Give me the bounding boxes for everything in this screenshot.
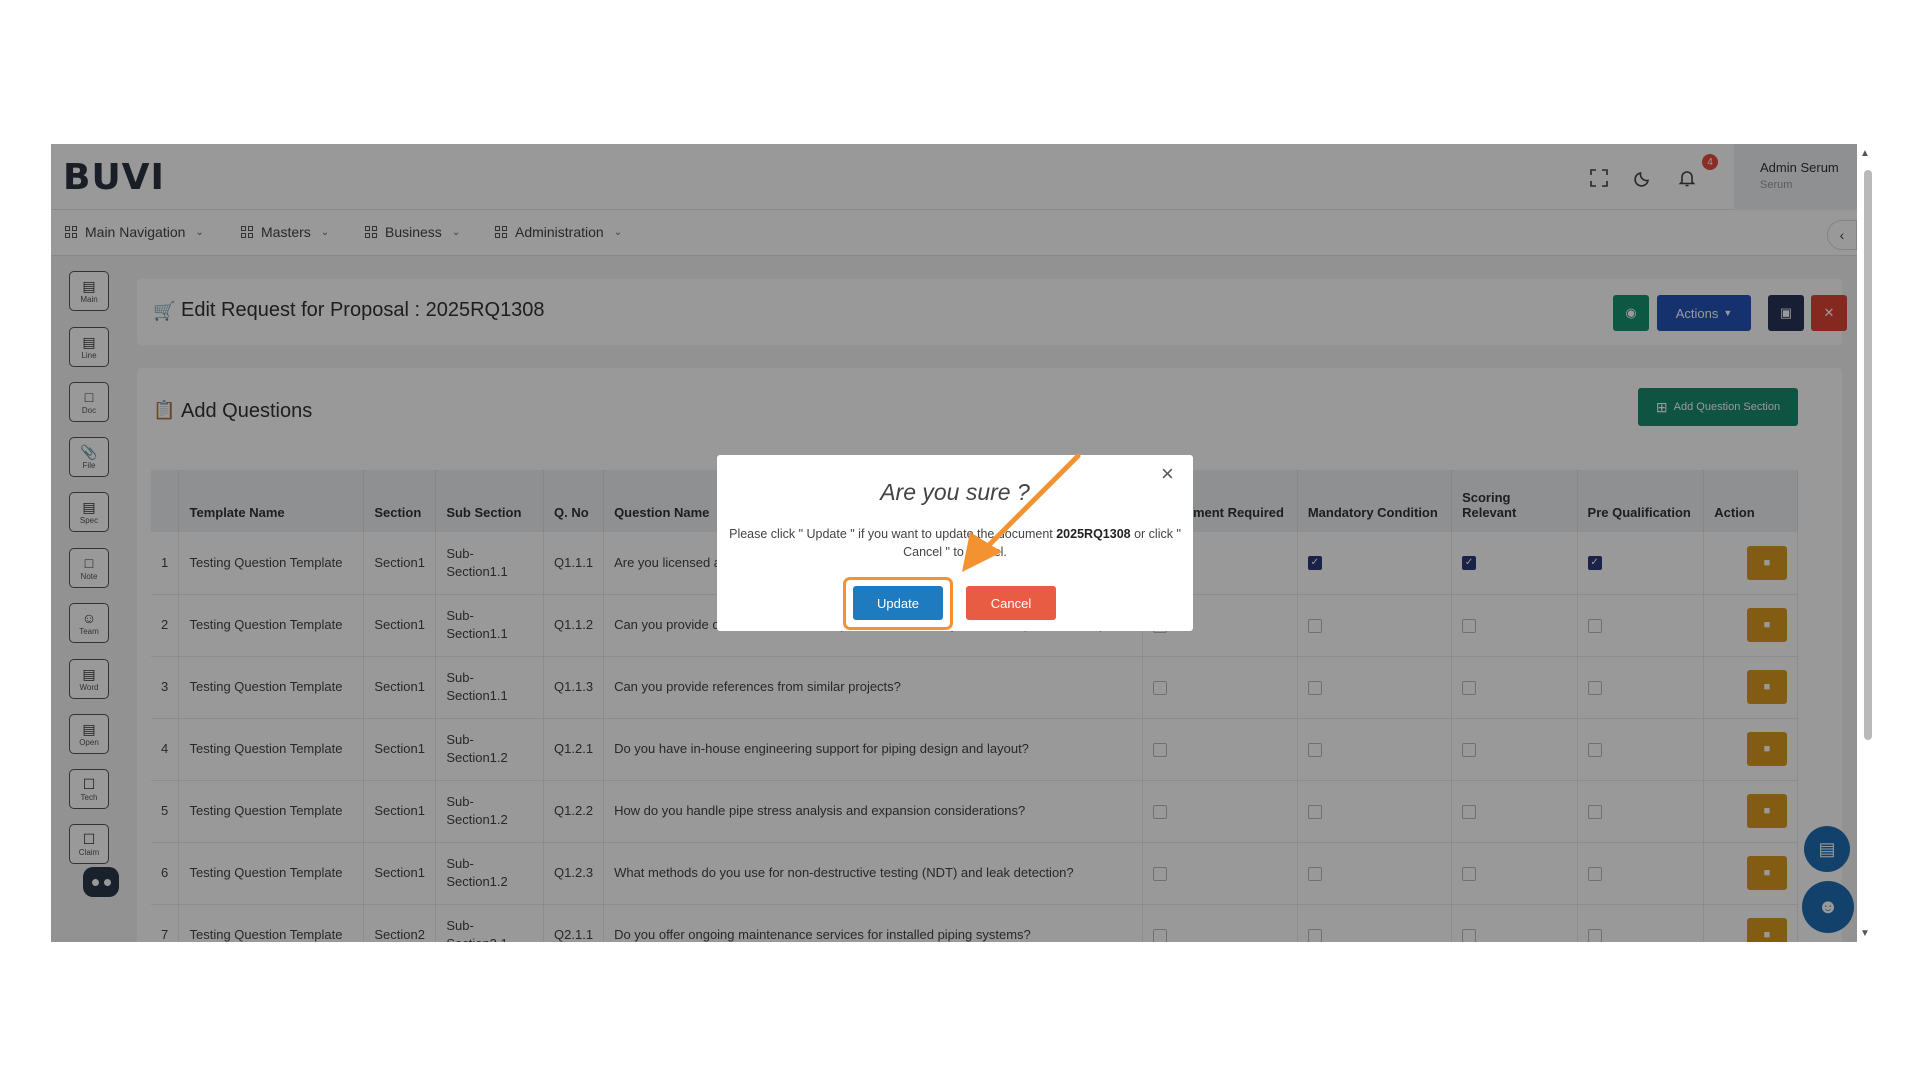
confirm-dialog: × Are you sure ? Please click " Update "…: [717, 455, 1193, 631]
update-button[interactable]: Update: [853, 586, 943, 620]
dialog-title: Are you sure ?: [880, 479, 1030, 505]
scroll-up-icon[interactable]: ▲: [1860, 148, 1870, 159]
scrollbar-thumb[interactable]: [1864, 170, 1872, 740]
cancel-button[interactable]: Cancel: [966, 586, 1056, 620]
dialog-text-before: Please click " Update " if you want to u…: [729, 527, 1057, 541]
dialog-doc-id: 2025RQ1308: [1056, 527, 1131, 541]
dialog-message: Please click " Update " if you want to u…: [725, 525, 1185, 561]
scroll-down-icon[interactable]: ▼: [1860, 928, 1870, 939]
